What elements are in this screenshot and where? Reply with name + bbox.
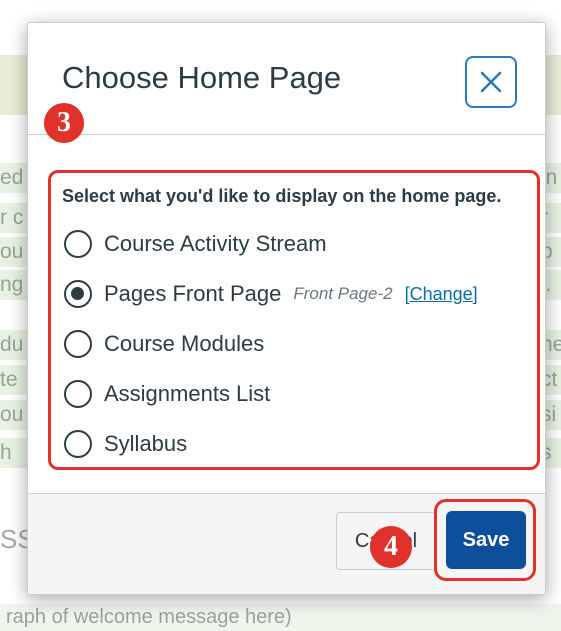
step-3-badge: 3 bbox=[44, 103, 84, 143]
background-heading: SS bbox=[0, 524, 30, 554]
radio-button[interactable] bbox=[64, 430, 92, 458]
dialog-footer: Cancel Save bbox=[28, 493, 545, 594]
dialog-title: Choose Home Page bbox=[62, 60, 342, 95]
option-course-activity-stream[interactable]: Course Activity Stream bbox=[64, 228, 327, 260]
background-text: ou bbox=[0, 237, 30, 267]
background-text: du bbox=[0, 330, 30, 360]
save-button[interactable]: Save bbox=[446, 511, 526, 569]
radio-button[interactable] bbox=[64, 380, 92, 408]
background-text: h bbox=[0, 438, 30, 468]
option-label: Syllabus bbox=[104, 431, 188, 456]
option-assignments-list[interactable]: Assignments List bbox=[64, 378, 270, 410]
option-label: Assignments List bbox=[104, 381, 271, 406]
close-button[interactable] bbox=[465, 56, 517, 108]
background-text: ng bbox=[0, 270, 30, 300]
dialog-header: Choose Home Page bbox=[28, 23, 545, 135]
radio-button[interactable] bbox=[64, 230, 92, 258]
front-page-name: Front Page-2 bbox=[293, 284, 393, 303]
annotation-highlight-options bbox=[48, 170, 540, 470]
background-text: te bbox=[0, 365, 30, 395]
background-footer-text: raph of welcome message here) bbox=[0, 604, 561, 631]
change-link-wrapper: [Change] bbox=[405, 284, 478, 305]
dialog-instructions: Select what you'd like to display on the… bbox=[62, 186, 502, 206]
close-x-icon bbox=[480, 71, 502, 93]
step-4-badge: 4 bbox=[370, 526, 412, 568]
option-pages-front-page[interactable]: Pages Front Page Front Page-2 [Change] bbox=[64, 278, 478, 310]
option-course-modules[interactable]: Course Modules bbox=[64, 328, 264, 360]
bracket-close: ] bbox=[472, 283, 478, 304]
background-text: ou bbox=[0, 400, 30, 430]
radio-button[interactable] bbox=[64, 330, 92, 358]
option-syllabus[interactable]: Syllabus bbox=[64, 428, 187, 460]
choose-home-page-dialog: Choose Home Page Select what you'd like … bbox=[27, 22, 546, 595]
background-text: r c bbox=[0, 203, 30, 233]
option-label: Pages Front Page bbox=[104, 281, 282, 306]
dialog-body: Select what you'd like to display on the… bbox=[28, 136, 545, 494]
change-link[interactable]: Change bbox=[410, 284, 473, 304]
option-label: Course Activity Stream bbox=[104, 231, 327, 256]
radio-button-selected[interactable] bbox=[64, 280, 92, 308]
background-text: ed bbox=[0, 163, 30, 193]
option-label: Course Modules bbox=[104, 331, 265, 356]
